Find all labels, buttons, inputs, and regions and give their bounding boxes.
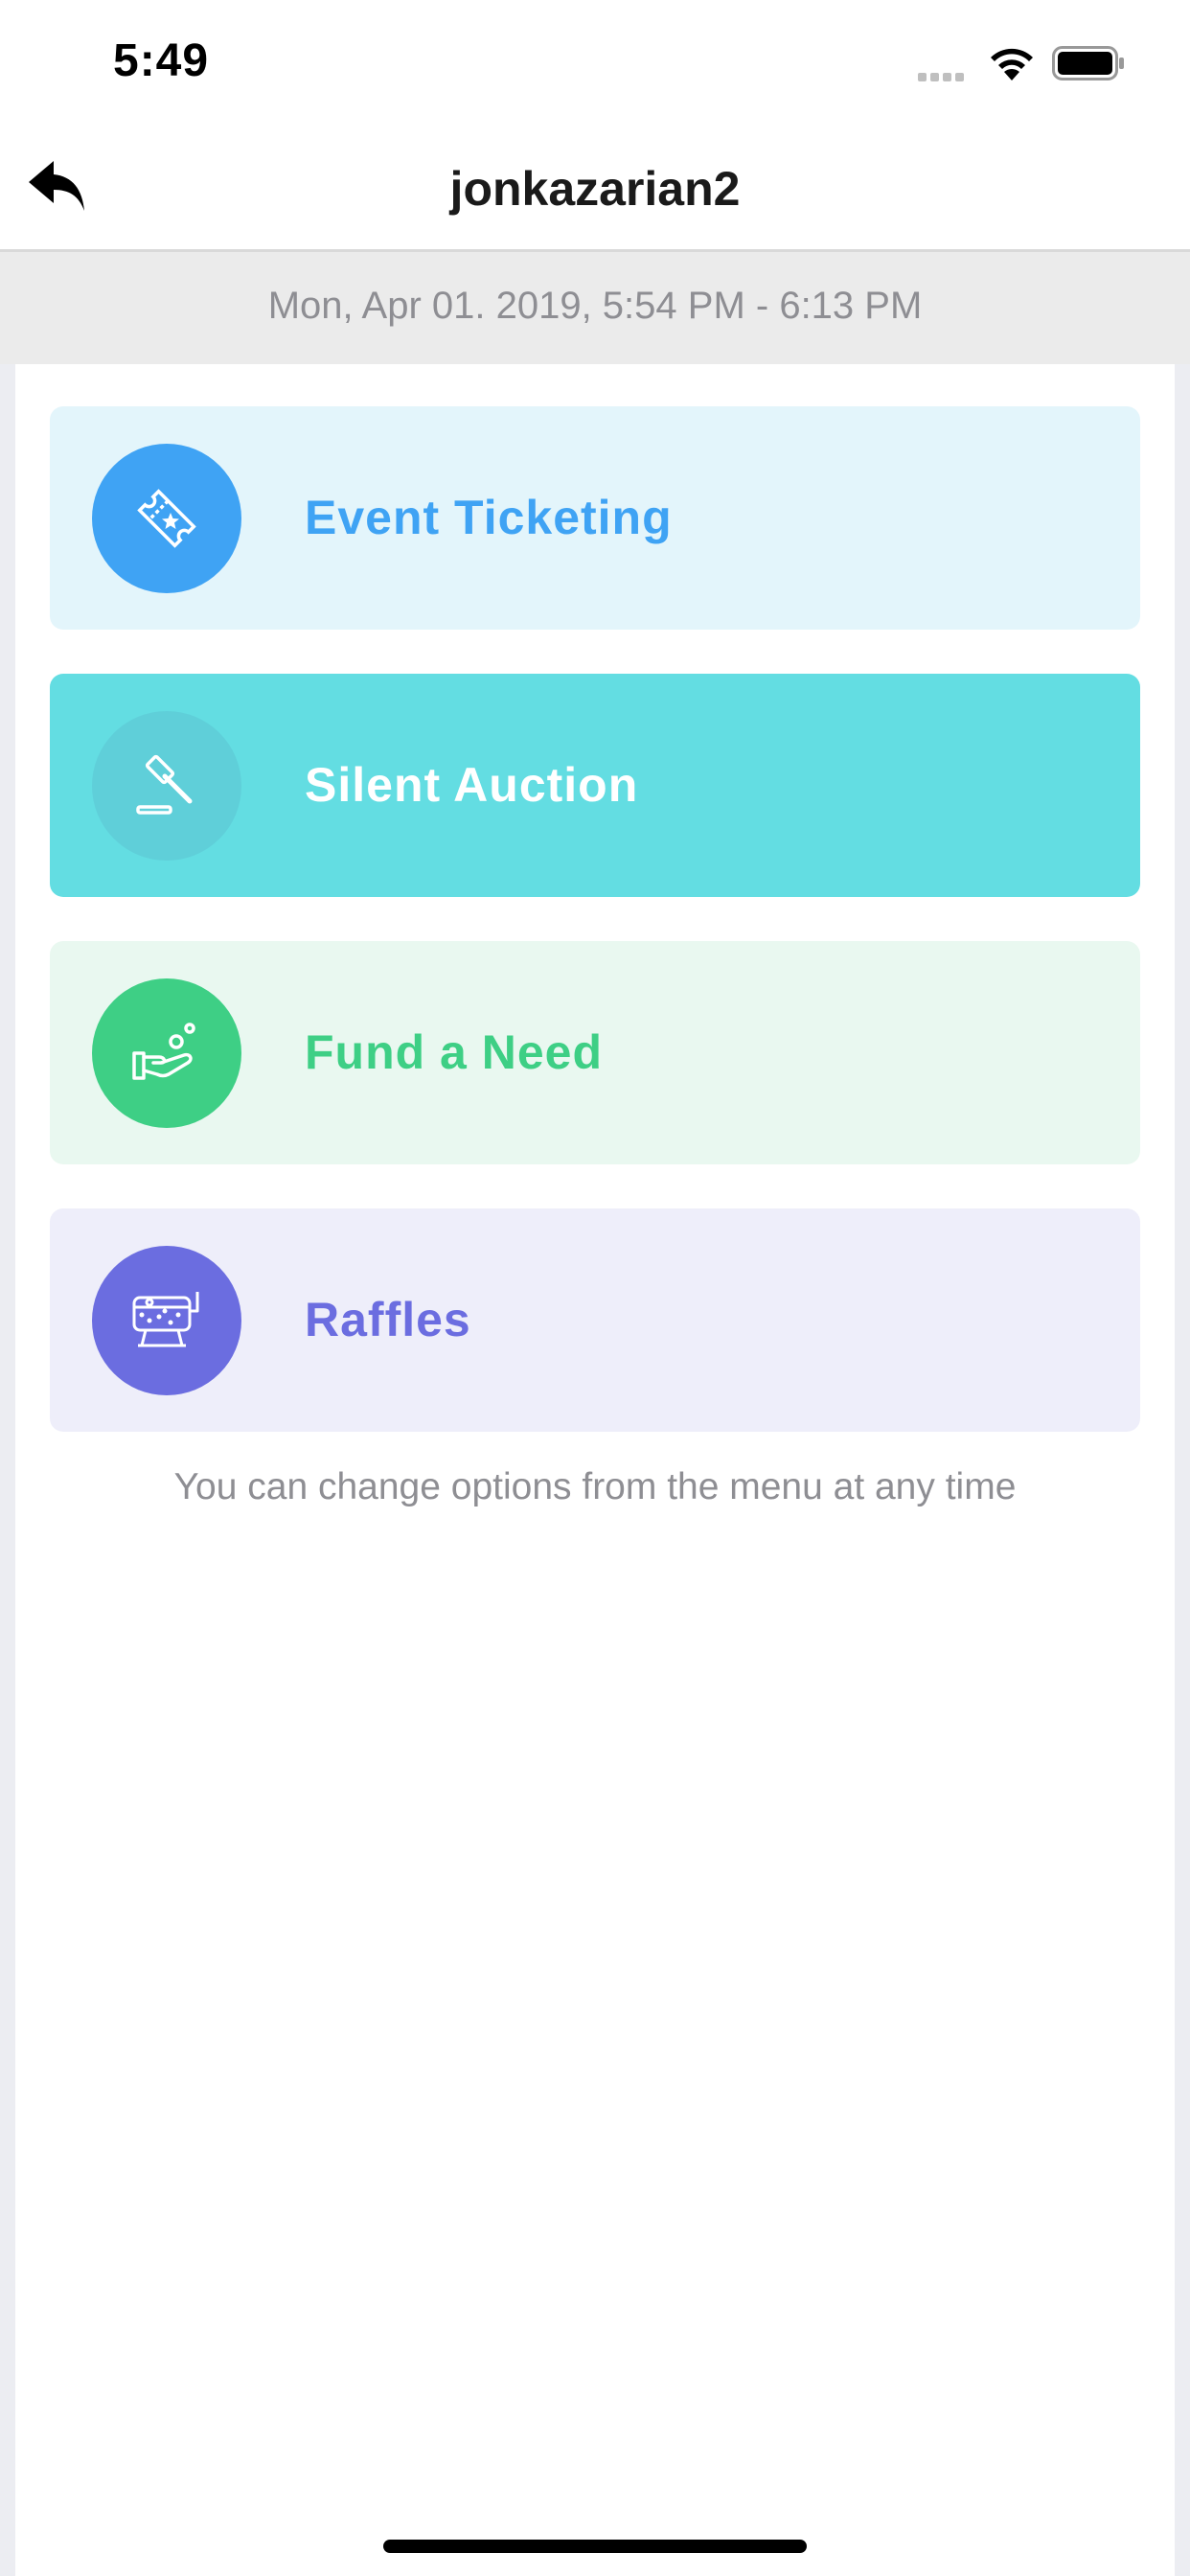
event-date-banner: Mon, Apr 01. 2019, 5:54 PM - 6:13 PM [0,252,1190,364]
wifi-icon [991,48,1033,80]
options-panel: Event Ticketing Silent Auction Fund a Ne… [15,364,1175,2576]
option-icon-circle [92,1246,241,1395]
option-fund-a-need[interactable]: Fund a Need [50,941,1140,1164]
option-label: Raffles [305,1293,471,1346]
option-icon-circle [92,711,241,861]
option-silent-auction[interactable]: Silent Auction [50,674,1140,897]
page-title: jonkazarian2 [449,162,741,216]
status-time: 5:49 [113,35,210,86]
gavel-icon [136,754,193,815]
option-icon-circle [92,978,241,1128]
cellular-signal-icon [918,69,968,86]
option-raffles[interactable]: Raffles [50,1208,1140,1432]
option-label: Fund a Need [305,1025,604,1079]
option-label: Event Ticketing [305,491,673,544]
status-bar: 5:49 [0,0,1190,125]
raffle-drum-icon [132,1292,199,1347]
home-indicator[interactable] [383,2540,807,2553]
ticket-icon [137,489,196,548]
battery-icon [1052,46,1124,80]
option-icon-circle [92,444,241,593]
option-event-ticketing[interactable]: Event Ticketing [50,406,1140,630]
option-label: Silent Auction [305,758,639,812]
helper-text: You can change options from the menu at … [173,1466,1017,1507]
donation-hand-icon [132,1023,195,1080]
navigation-bar: jonkazarian2 [0,125,1190,252]
event-date-range: Mon, Apr 01. 2019, 5:54 PM - 6:13 PM [267,285,923,327]
